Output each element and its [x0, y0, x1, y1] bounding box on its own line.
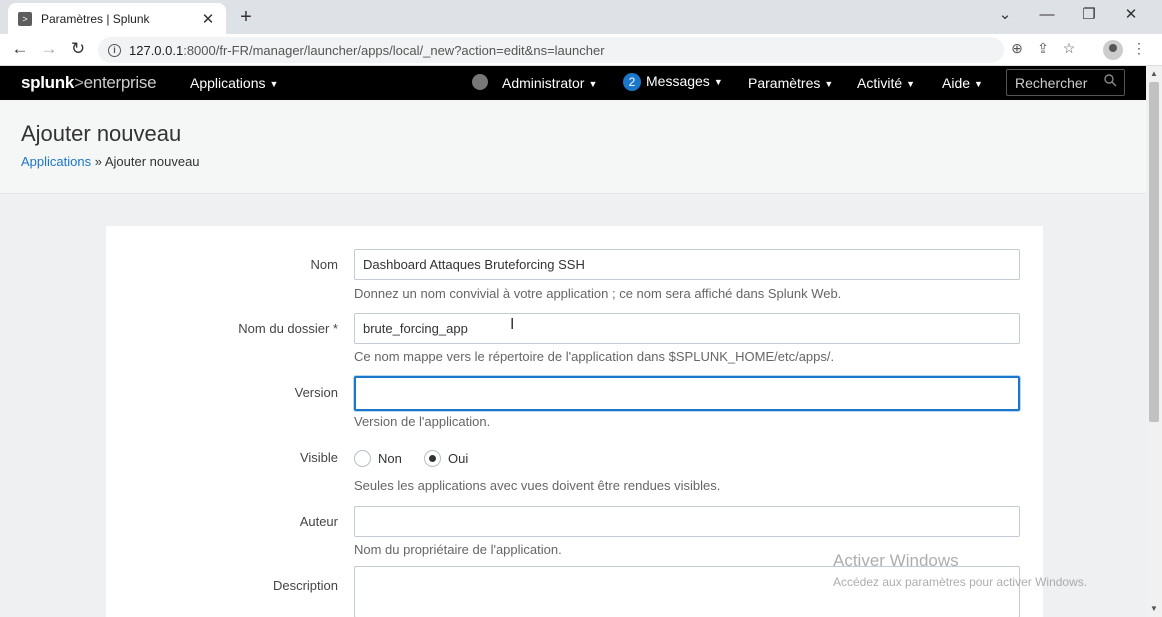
- omnibox-actions: ⊕ ⇪ ☆: [1004, 40, 1082, 57]
- description-label: Description: [272, 578, 338, 593]
- restore-button[interactable]: ❐: [1068, 4, 1110, 26]
- visible-help: Seules les applications avec vues doiven…: [354, 478, 721, 493]
- splunk-header: splunk>enterprise Applications ▼ Administ…: [0, 66, 1146, 100]
- page-title: Ajouter nouveau: [21, 121, 182, 146]
- tab-title: Paramètres | Splunk: [41, 11, 150, 26]
- tab-search-icon[interactable]: ⌄: [984, 4, 1026, 26]
- watermark-line2: Accédez aux paramètres pour activer Wind…: [833, 575, 1088, 589]
- visible-yes-label: Oui: [448, 451, 469, 466]
- menu-messages-label: Messages: [646, 73, 710, 89]
- close-window-button[interactable]: ✕: [1110, 4, 1152, 26]
- page-header: Ajouter nouveau Applications » Ajouter n…: [0, 100, 1146, 194]
- user-avatar-icon[interactable]: [472, 74, 488, 90]
- name-label: Nom: [310, 257, 338, 272]
- caret-down-icon: ▼: [713, 77, 723, 87]
- breadcrumb: Applications » Ajouter nouveau: [21, 154, 200, 169]
- breadcrumb-separator: »: [91, 154, 105, 169]
- caret-down-icon: ▼: [906, 79, 916, 89]
- logo-enterprise: enterprise: [83, 73, 157, 92]
- version-help: Version de l'application.: [354, 414, 491, 429]
- caret-down-icon: ▼: [824, 79, 834, 89]
- author-help: Nom du propriétaire de l'application.: [354, 542, 562, 557]
- splunk-search-input[interactable]: Rechercher: [1006, 69, 1125, 96]
- browser-tab-bar: > Paramètres | Splunk ✕ + ⌄ — ❐ ✕: [0, 0, 1162, 34]
- splunk-favicon-icon: >: [18, 11, 32, 26]
- windows-activation-watermark: Activer Windows Accédez aux paramètres p…: [833, 551, 1087, 589]
- menu-settings[interactable]: Paramètres ▼: [748, 75, 833, 91]
- search-icon: [1104, 74, 1117, 90]
- visible-label: Visible: [299, 450, 338, 465]
- page-scrollbar[interactable]: ▲ ▼: [1146, 66, 1162, 617]
- menu-activity[interactable]: Activité ▼: [857, 75, 915, 91]
- new-tab-button[interactable]: +: [236, 6, 256, 29]
- name-input[interactable]: Dashboard Attaques Bruteforcing SSH: [354, 249, 1020, 280]
- search-placeholder: Rechercher: [1015, 75, 1088, 91]
- bookmark-star-icon[interactable]: ☆: [1056, 40, 1082, 57]
- page-content: Ajouter nouveau Applications » Ajouter n…: [0, 100, 1146, 617]
- breadcrumb-applications-link[interactable]: Applications: [21, 154, 91, 169]
- caret-down-icon: ▼: [974, 79, 983, 89]
- caret-down-icon: ▼: [588, 79, 598, 89]
- breadcrumb-current: Ajouter nouveau: [104, 154, 200, 169]
- scroll-down-icon[interactable]: ▼: [1150, 604, 1158, 613]
- radio-unchecked-icon: [354, 450, 371, 467]
- browser-toolbar: ← → ↻ i 127.0.0.1:8000/fr-FR/manager/lau…: [0, 34, 1162, 66]
- back-button[interactable]: ←: [9, 39, 31, 59]
- visible-no-radio[interactable]: Non: [354, 450, 402, 467]
- visible-yes-radio[interactable]: Oui: [424, 450, 468, 467]
- radio-checked-icon: [424, 450, 441, 467]
- folder-help: Ce nom mappe vers le répertoire de l'app…: [354, 349, 835, 364]
- version-input[interactable]: [354, 376, 1020, 411]
- browser-menu-icon[interactable]: ⋮: [1126, 40, 1152, 63]
- watermark-line1: Activer Windows: [833, 551, 959, 570]
- menu-administrator[interactable]: Administrator ▼: [502, 75, 597, 91]
- version-label: Version: [294, 385, 338, 400]
- site-info-icon[interactable]: i: [108, 43, 121, 57]
- folder-input[interactable]: brute_forcing_app: [354, 313, 1020, 344]
- minimize-button[interactable]: —: [1026, 4, 1068, 26]
- address-bar[interactable]: i 127.0.0.1:8000/fr-FR/manager/launcher/…: [98, 37, 1004, 63]
- caret-down-icon: ▼: [269, 79, 279, 89]
- visible-no-label: Non: [378, 451, 402, 466]
- menu-administrator-label: Administrator: [502, 75, 585, 91]
- url-text: 127.0.0.1:8000/fr-FR/manager/launcher/ap…: [129, 43, 605, 58]
- menu-help[interactable]: Aide ▼: [942, 75, 983, 91]
- zoom-icon[interactable]: ⊕: [1004, 40, 1030, 57]
- profile-area: ⋮: [1100, 40, 1152, 63]
- reload-button[interactable]: ↻: [67, 39, 89, 59]
- author-label: Auteur: [299, 514, 338, 529]
- author-input[interactable]: [354, 506, 1020, 537]
- window-controls: ⌄ — ❐ ✕: [984, 4, 1152, 26]
- logo-main: splunk: [21, 73, 74, 92]
- menu-applications-label: Applications: [190, 75, 266, 91]
- menu-activity-label: Activité: [857, 75, 903, 91]
- browser-tab[interactable]: > Paramètres | Splunk ✕: [8, 3, 226, 34]
- menu-settings-label: Paramètres: [748, 75, 821, 91]
- menu-help-label: Aide: [942, 75, 971, 91]
- messages-count-badge: 2: [623, 73, 641, 91]
- profile-avatar-icon[interactable]: [1100, 40, 1126, 63]
- tab-close-icon[interactable]: ✕: [200, 10, 216, 28]
- share-icon[interactable]: ⇪: [1030, 40, 1056, 57]
- logo-sep: >: [74, 73, 84, 92]
- menu-messages[interactable]: 2 Messages ▼: [623, 73, 723, 91]
- url-path: :8000/fr-FR/manager/launcher/apps/local/…: [183, 42, 605, 58]
- scroll-up-icon[interactable]: ▲: [1150, 69, 1158, 78]
- url-host: 127.0.0.1: [129, 42, 184, 58]
- text-cursor-icon: I: [510, 316, 515, 333]
- menu-applications[interactable]: Applications ▼: [190, 75, 278, 91]
- name-help: Donnez un nom convivial à votre applicat…: [354, 286, 842, 301]
- scrollbar-thumb[interactable]: [1149, 82, 1159, 422]
- splunk-logo[interactable]: splunk>enterprise: [21, 73, 157, 93]
- folder-label: Nom du dossier *: [238, 321, 338, 336]
- forward-button[interactable]: →: [38, 39, 60, 59]
